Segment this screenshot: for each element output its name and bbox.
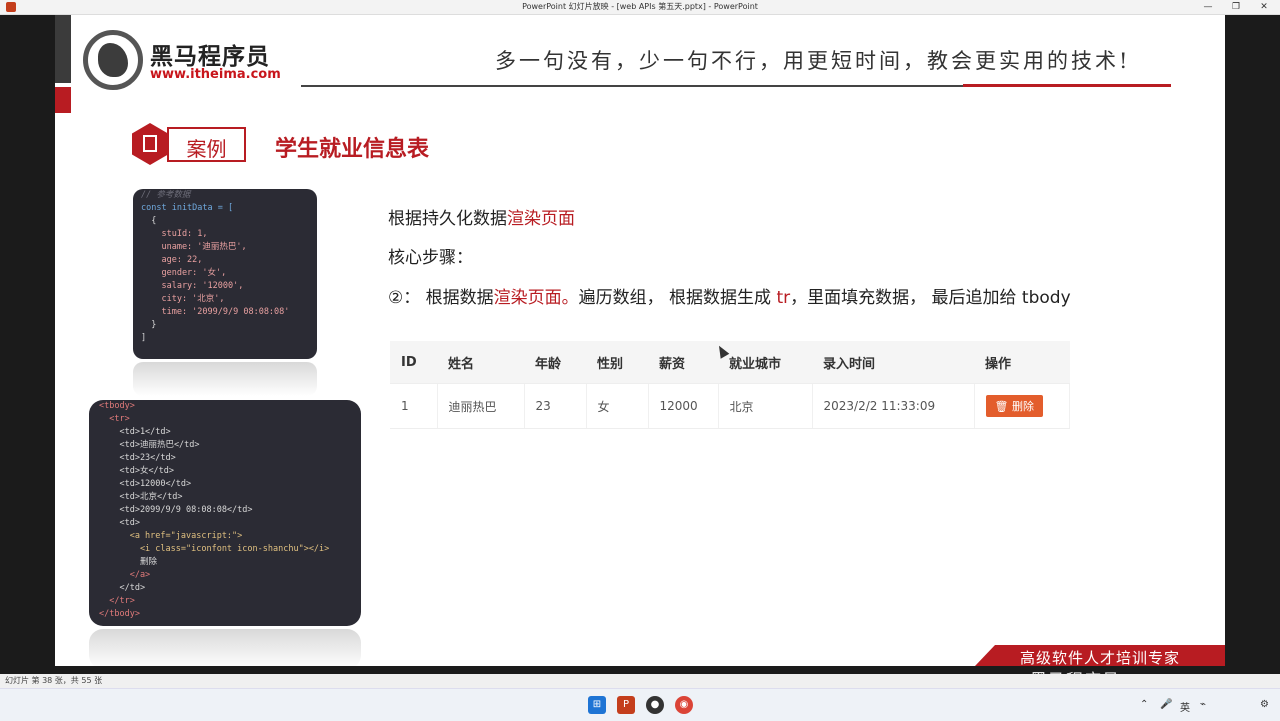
powerpoint-taskbar-icon[interactable]: P bbox=[617, 696, 635, 714]
code-reflection bbox=[89, 629, 361, 666]
content-line-2: 核心步骤： bbox=[388, 248, 473, 268]
code-block-js: // 参考数据 const initData = [ { stuId: 1, u… bbox=[133, 189, 317, 359]
code-line: stuId: 1, bbox=[141, 229, 208, 239]
code-line: const initData = [ bbox=[141, 203, 234, 213]
code-reflection bbox=[133, 362, 317, 396]
header-divider-accent bbox=[963, 84, 1171, 87]
code-line: </td> bbox=[99, 583, 146, 593]
stage-left-margin bbox=[0, 15, 55, 666]
delete-button[interactable]: 🗑 删除 bbox=[985, 395, 1043, 417]
slide-counter: 幻灯片 第 38 张，共 55 张 bbox=[5, 676, 103, 685]
minimize-button[interactable]: — bbox=[1194, 0, 1222, 14]
slide[interactable]: 黑马程序员 www.itheima.com 多一句没有，少一句不行，用更短时间，… bbox=[55, 15, 1225, 666]
chrome-icon[interactable]: ◉ bbox=[675, 696, 693, 714]
code-line: age: 22, bbox=[141, 255, 203, 265]
stage-right-margin bbox=[1225, 15, 1280, 666]
code-line: <td>23</td> bbox=[99, 453, 176, 463]
code-line: { bbox=[141, 216, 157, 226]
window-titlebar: PowerPoint 幻灯片放映 - [web APIs 第五天.pptx] -… bbox=[0, 0, 1280, 15]
text: ，里面填充数据， 最后追加给 tbody bbox=[790, 288, 1071, 308]
code-line: <tr> bbox=[99, 414, 130, 424]
status-bar: 幻灯片 第 38 张，共 55 张 bbox=[0, 674, 1280, 688]
student-table: ID 姓名 年龄 性别 薪资 就业城市 录入时间 操作 1 迪丽热巴 23 女 … bbox=[390, 341, 1070, 429]
code-line: <td>迪丽热巴</td> bbox=[99, 440, 200, 450]
close-button[interactable]: ✕ bbox=[1250, 0, 1278, 14]
code-line: time: '2099/9/9 08:08:08' bbox=[141, 307, 290, 317]
media-app-icon[interactable]: ● bbox=[646, 696, 664, 714]
col-header: 操作 bbox=[974, 341, 1070, 384]
content-line-3: ②： 根据数据渲染页面。遍历数组， 根据数据生成 tr，里面填充数据， 最后追加… bbox=[388, 283, 1071, 308]
cell-salary: 12000 bbox=[648, 383, 719, 429]
window-title: PowerPoint 幻灯片放映 - [web APIs 第五天.pptx] -… bbox=[522, 2, 758, 11]
content-line-1: 根据持久化数据渲染页面 bbox=[388, 204, 575, 229]
code-line: salary: '12000', bbox=[141, 281, 244, 291]
col-header: 就业城市 bbox=[718, 341, 812, 384]
col-header: 姓名 bbox=[437, 341, 524, 384]
code-line: <tbody> bbox=[99, 401, 135, 411]
col-header: 录入时间 bbox=[812, 341, 974, 384]
cell-action: 🗑 删除 bbox=[974, 383, 1070, 429]
code-block-html: <tbody> <tr> <td>1</td> <td>迪丽热巴</td> <t… bbox=[89, 400, 361, 626]
code-line: gender: '女', bbox=[141, 268, 227, 278]
table-row: 1 迪丽热巴 23 女 12000 北京 2023/2/2 11:33:09 🗑… bbox=[390, 383, 1070, 429]
code-line: ] bbox=[141, 333, 147, 343]
case-label: 案例 bbox=[186, 137, 227, 161]
code-line: uname: '迪丽热巴', bbox=[141, 242, 247, 252]
side-accent-gray bbox=[55, 15, 71, 83]
case-badge: 案例 bbox=[167, 127, 246, 162]
slogan: 多一句没有，少一句不行，用更短时间，教会更实用的技术! bbox=[495, 49, 1131, 73]
col-header: 年龄 bbox=[524, 341, 586, 384]
settings-gear-icon[interactable]: ⚙ bbox=[1260, 699, 1269, 710]
code-line: <td>1</td> bbox=[99, 427, 171, 437]
highlight-text: tr bbox=[776, 288, 791, 308]
code-line: </tr> bbox=[99, 596, 135, 606]
code-line: </a> bbox=[99, 570, 151, 580]
text: ②： 根据数据 bbox=[388, 288, 494, 308]
code-line: 删除 bbox=[99, 557, 157, 567]
tray-chevron-icon[interactable]: ⌃ bbox=[1140, 699, 1148, 710]
language-indicator[interactable]: 英 bbox=[1180, 699, 1190, 714]
microphone-icon[interactable]: 🎤 bbox=[1160, 699, 1172, 710]
code-line: <td>女</td> bbox=[99, 466, 175, 476]
case-title: 学生就业信息表 bbox=[275, 137, 430, 162]
footer-banner-text: 高级软件人才培训专家 bbox=[1020, 649, 1181, 666]
logo-text: 黑马程序员 bbox=[150, 44, 270, 70]
table-header-row: ID 姓名 年龄 性别 薪资 就业城市 录入时间 操作 bbox=[390, 341, 1070, 384]
cell-gender: 女 bbox=[586, 383, 649, 429]
code-line: </tbody> bbox=[99, 609, 140, 619]
code-line: <td>北京</td> bbox=[99, 492, 183, 502]
highlight-text: 渲染页面。 bbox=[493, 288, 579, 308]
highlight-text: 渲染页面 bbox=[507, 209, 575, 229]
cell-id: 1 bbox=[390, 383, 438, 429]
cell-name: 迪丽热巴 bbox=[437, 383, 525, 429]
cell-time: 2023/2/2 11:33:09 bbox=[812, 383, 975, 429]
code-line: <a href="javascript:"> bbox=[99, 531, 243, 541]
code-line: city: '北京', bbox=[141, 294, 225, 304]
document-icon bbox=[132, 123, 168, 165]
side-accent-red bbox=[55, 87, 71, 113]
code-line: <td> bbox=[99, 518, 140, 528]
restore-button[interactable]: ❐ bbox=[1222, 0, 1250, 14]
code-line: <td>12000</td> bbox=[99, 479, 192, 489]
code-line: <td>2099/9/9 08:08:08</td> bbox=[99, 505, 253, 515]
logo-horse-icon bbox=[83, 30, 143, 90]
text: 根据持久化数据 bbox=[388, 209, 507, 229]
col-header: 性别 bbox=[586, 341, 648, 384]
logo-url: www.itheima.com bbox=[150, 67, 281, 82]
col-header: 薪资 bbox=[648, 341, 718, 384]
code-line: } bbox=[141, 320, 157, 330]
code-line: <i class="iconfont icon-shanchu"></i> bbox=[99, 544, 330, 554]
text: 遍历数组， 根据数据生成 bbox=[578, 288, 777, 308]
cell-city: 北京 bbox=[718, 383, 813, 429]
code-line: // 参考数据 bbox=[141, 190, 191, 200]
taskbar: ⊞ P ● ◉ ⌃ 🎤 英 ⌁ ⚙ bbox=[0, 688, 1280, 721]
col-header: ID bbox=[390, 341, 437, 384]
cell-age: 23 bbox=[524, 383, 587, 429]
network-icon[interactable]: ⌁ bbox=[1200, 699, 1206, 710]
windows-start-icon[interactable]: ⊞ bbox=[588, 696, 606, 714]
